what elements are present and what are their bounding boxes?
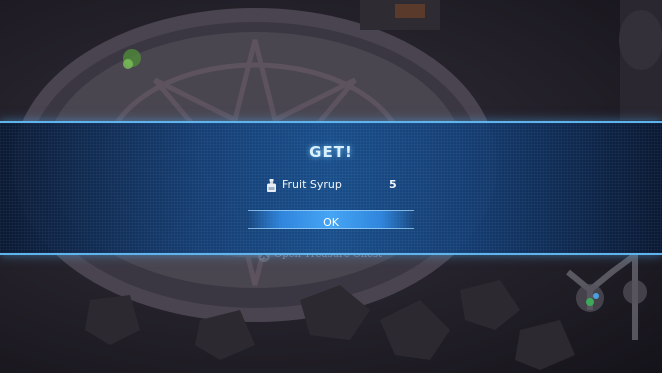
item-name: Fruit Syrup	[282, 178, 342, 191]
item-row: Fruit Syrup 5	[0, 178, 662, 196]
ok-button[interactable]: OK	[248, 210, 414, 229]
objective-marker-icon	[593, 293, 599, 299]
item-quantity: 5	[389, 178, 397, 191]
minimap	[560, 250, 662, 360]
dialog-title: GET!	[309, 143, 353, 161]
ok-button-label: OK	[323, 216, 339, 229]
bottle-icon	[267, 179, 276, 192]
minimap-map	[566, 252, 647, 340]
item-get-dialog: GET! Fruit Syrup 5 OK	[0, 121, 662, 255]
player-marker-icon	[586, 298, 594, 306]
